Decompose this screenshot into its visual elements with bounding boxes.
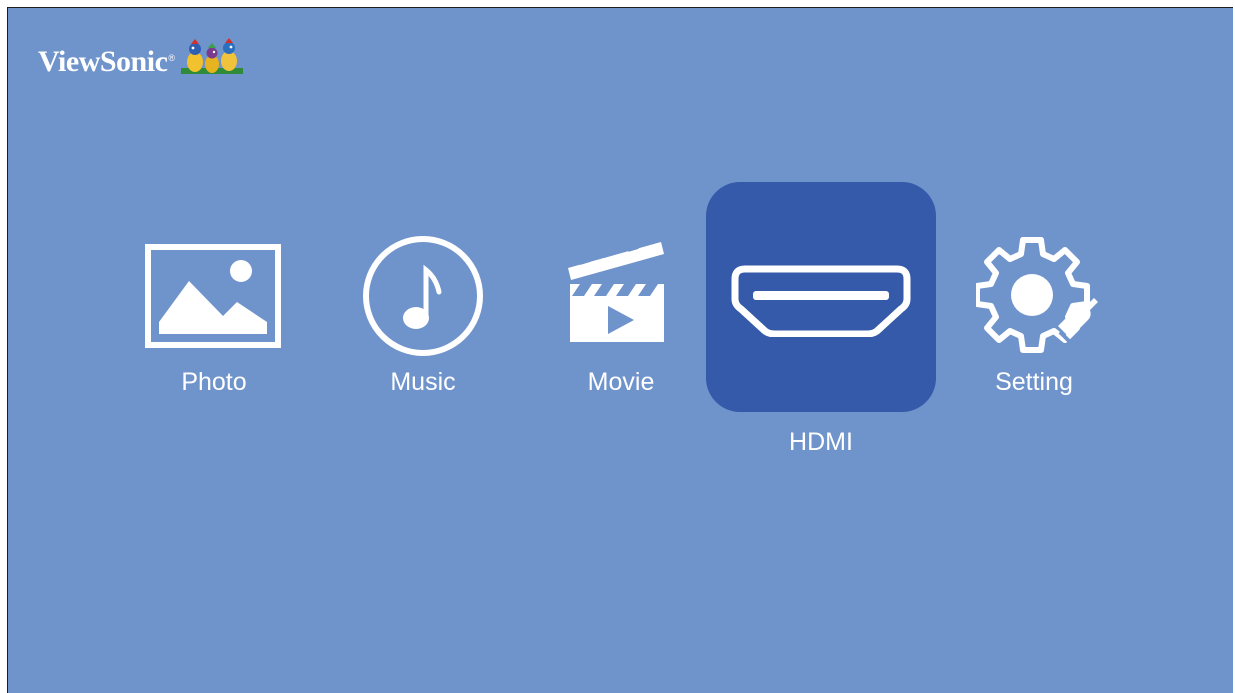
menu-item-photo[interactable]: Photo <box>133 244 295 414</box>
menu-item-music[interactable]: Music <box>342 234 504 414</box>
menu-item-label: Movie <box>587 368 655 396</box>
menu-item-hdmi[interactable]: HDMI <box>706 182 936 472</box>
music-note-icon <box>363 236 483 356</box>
menu-item-label: Photo <box>181 368 247 396</box>
menu-item-setting[interactable]: Setting <box>954 234 1114 414</box>
menu-item-label: Music <box>390 368 456 396</box>
home-screen: ViewSonic ® Photo Music Movie HDMI Setti… <box>7 7 1233 693</box>
menu-item-movie[interactable]: Movie <box>540 238 702 414</box>
photo-icon <box>145 244 281 348</box>
menu-item-label: HDMI <box>789 428 853 456</box>
menu-item-label: Setting <box>995 368 1073 396</box>
registered-mark: ® <box>168 53 176 63</box>
gear-wrench-icon <box>976 237 1098 353</box>
birds-logo-icon <box>181 38 244 74</box>
clapperboard-icon <box>568 238 664 342</box>
viewsonic-logo: ViewSonic ® <box>38 38 244 79</box>
brand-name: ViewSonic <box>38 45 168 78</box>
hdmi-port-icon <box>731 265 911 337</box>
